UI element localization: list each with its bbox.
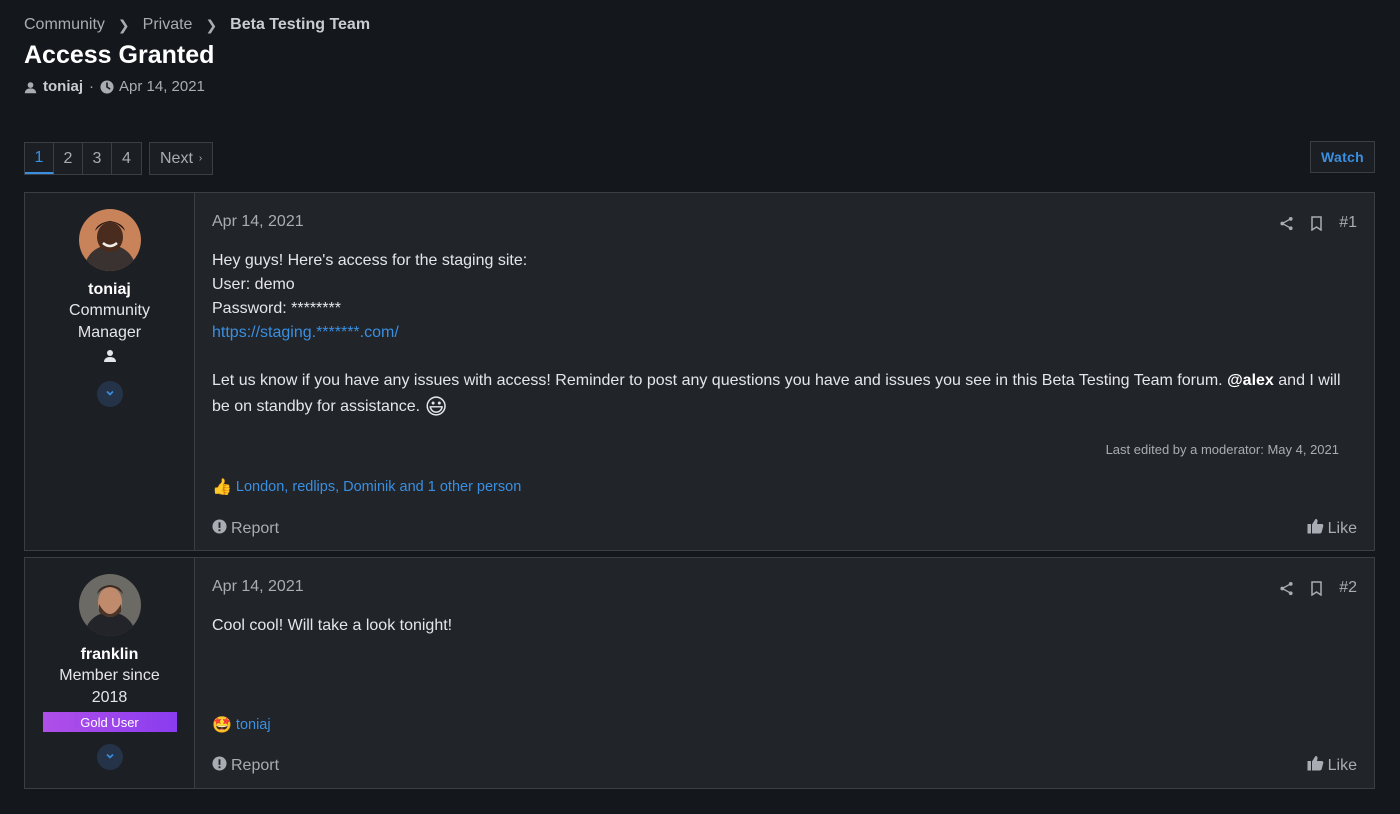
thread-date[interactable]: Apr 14, 2021	[119, 78, 205, 95]
post-actions: #2	[1279, 579, 1357, 597]
body-paragraph: Let us know if you have any issues with …	[212, 368, 1357, 420]
post-footer: Report Like	[212, 518, 1357, 539]
avatar[interactable]	[78, 209, 141, 271]
post-number[interactable]: #1	[1339, 214, 1357, 232]
thread-author[interactable]: toniaj	[43, 78, 83, 95]
breadcrumb-community[interactable]: Community	[24, 16, 105, 34]
pagination: 1 2 3 4 Next ›	[24, 142, 214, 175]
report-label: Report	[231, 519, 280, 537]
thumbs-up-icon	[1307, 755, 1328, 776]
reactions-users: toniaj	[235, 717, 271, 733]
post-content: Apr 14, 2021 #1 Hey guys! Here's access …	[195, 193, 1374, 550]
post-body: Hey guys! Here's access for the staging …	[212, 249, 1357, 420]
avatar[interactable]	[78, 574, 141, 636]
next-page-button[interactable]: Next ›	[149, 142, 214, 175]
share-icon[interactable]	[1279, 581, 1294, 596]
body-line: Password: ********	[212, 300, 341, 317]
page-3[interactable]: 3	[83, 143, 112, 174]
report-button[interactable]: Report	[212, 755, 280, 776]
like-label: Like	[1327, 756, 1357, 774]
gold-user-badge: Gold User	[42, 712, 177, 732]
thumbs-up-icon	[1307, 518, 1328, 539]
post: franklin Member since 2018 Gold User Apr…	[24, 557, 1375, 789]
breadcrumb-beta-testing-team[interactable]: Beta Testing Team	[230, 16, 370, 34]
post-user-info: franklin Member since 2018 Gold User	[25, 558, 195, 788]
like-button[interactable]: Like	[1307, 518, 1357, 539]
post: toniaj Community Manager Apr 14, 2021 #1…	[24, 192, 1375, 551]
last-edited-note: Last edited by a moderator: May 4, 2021	[1105, 442, 1339, 457]
post-username[interactable]: franklin	[81, 646, 139, 664]
staging-link[interactable]: https://staging.*******.com/	[212, 324, 399, 341]
chevron-down-icon	[105, 748, 115, 766]
page-4[interactable]: 4	[112, 143, 141, 174]
star-struck-reaction-icon: 🤩	[212, 717, 232, 734]
post-user-info: toniaj Community Manager	[25, 193, 195, 550]
mention-alex[interactable]: @alex	[1227, 372, 1274, 389]
staff-icon	[102, 348, 118, 369]
chevron-right-icon: ❯	[117, 16, 130, 33]
page-1[interactable]: 1	[25, 143, 54, 174]
post-footer: Report Like	[212, 755, 1357, 776]
body-line: User: demo	[212, 276, 295, 293]
meta-separator: ·	[89, 78, 94, 95]
post-actions: #1	[1279, 214, 1357, 232]
page-list: 1 2 3 4	[24, 142, 142, 175]
alert-icon	[212, 518, 231, 539]
expand-user-button[interactable]	[96, 381, 123, 407]
page-2[interactable]: 2	[54, 143, 83, 174]
next-label: Next	[160, 149, 193, 167]
like-button[interactable]: Like	[1307, 755, 1357, 776]
post-number[interactable]: #2	[1339, 579, 1357, 597]
post-date[interactable]: Apr 14, 2021	[212, 213, 1357, 231]
reactions-users: London, redlips, Dominik and 1 other per…	[235, 479, 522, 495]
smiley-emoji: 😃	[424, 393, 448, 419]
clock-icon	[100, 78, 114, 95]
breadcrumb: Community ❯ Private ❯ Beta Testing Team	[24, 16, 370, 34]
watch-button[interactable]: Watch	[1310, 141, 1375, 173]
bookmark-icon[interactable]	[1310, 215, 1323, 231]
reactions-list[interactable]: 🤩 toniaj	[212, 715, 271, 735]
page-title: Access Granted	[24, 41, 215, 69]
chevron-right-icon: ›	[198, 153, 203, 164]
share-icon[interactable]	[1279, 216, 1294, 231]
chevron-right-icon: ❯	[205, 16, 218, 33]
post-user-title: Community Manager	[69, 302, 150, 341]
report-button[interactable]: Report	[212, 518, 280, 539]
user-icon	[24, 78, 37, 95]
thread-meta: toniaj · Apr 14, 2021	[24, 78, 205, 95]
post-user-title: Member since 2018	[59, 667, 160, 706]
report-label: Report	[231, 756, 280, 774]
breadcrumb-private[interactable]: Private	[143, 16, 193, 34]
post-date[interactable]: Apr 14, 2021	[212, 578, 1357, 596]
expand-user-button[interactable]	[96, 744, 123, 770]
post-content: Apr 14, 2021 #2 Cool cool! Will take a l…	[195, 558, 1374, 788]
thumbs-up-reaction-icon: 👍	[212, 479, 232, 496]
body-line: Hey guys! Here's access for the staging …	[212, 252, 528, 269]
bookmark-icon[interactable]	[1310, 580, 1323, 596]
alert-icon	[212, 755, 231, 776]
body-text-before-mention: Let us know if you have any issues with …	[212, 372, 1228, 389]
reactions-list[interactable]: 👍 London, redlips, Dominik and 1 other p…	[212, 477, 521, 497]
like-label: Like	[1327, 519, 1357, 537]
post-username[interactable]: toniaj	[88, 281, 131, 299]
post-body: Cool cool! Will take a look tonight!	[212, 617, 453, 634]
chevron-down-icon	[105, 385, 115, 403]
